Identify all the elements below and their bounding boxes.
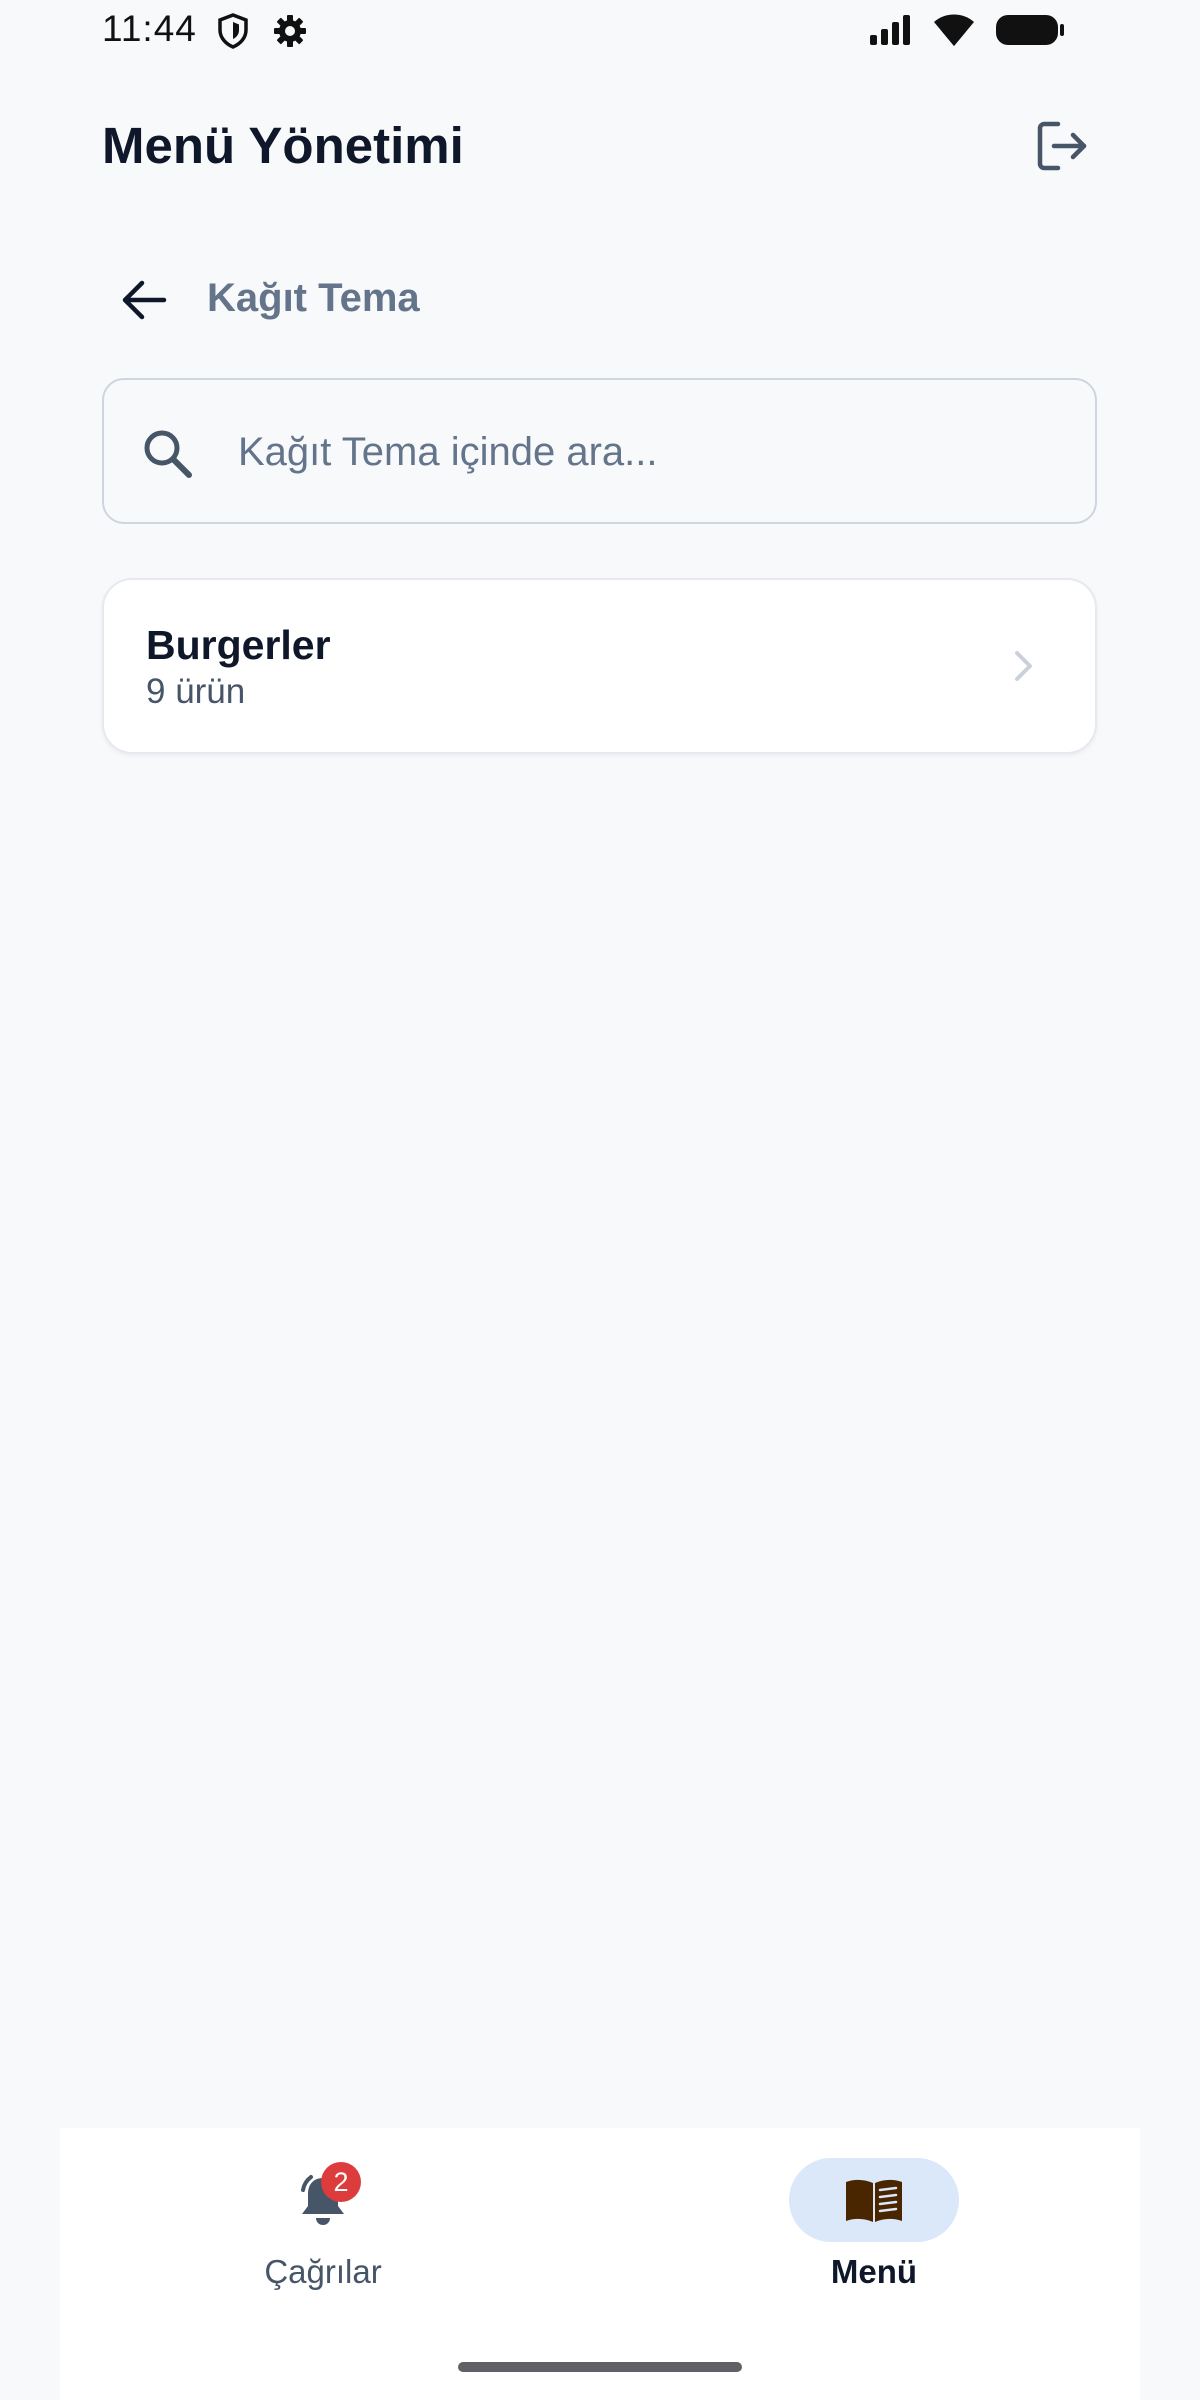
shield-icon — [216, 12, 250, 55]
chevron-right-icon — [1015, 651, 1032, 681]
nav-label-menu: Menü — [830, 2253, 918, 2290]
menu-management-screen: 11:44 Menü Yönetimi Kağıt Tema Kağıt Tem… — [0, 0, 1200, 2400]
battery-icon — [994, 12, 1066, 53]
category-count: 9 ürün — [146, 672, 246, 711]
nav-item-menu[interactable]: Menü — [684, 2128, 1064, 2328]
search-input[interactable] — [238, 410, 1068, 494]
status-time: 11:44 — [102, 8, 197, 49]
category-name: Burgerler — [146, 622, 331, 668]
category-item-burgerler[interactable]: Burgerler 9 ürün — [102, 578, 1097, 754]
status-bar: 11:44 — [0, 0, 1200, 62]
home-indicator[interactable] — [458, 2362, 742, 2372]
nav-pill-menu — [789, 2158, 959, 2242]
calls-badge: 2 — [321, 2162, 361, 2202]
wifi-icon — [932, 12, 976, 53]
nav-label-calls: Çağrılar — [264, 2253, 382, 2290]
book-icon — [846, 2179, 902, 2222]
back-button[interactable] — [112, 270, 176, 330]
gear-icon — [272, 13, 308, 54]
section-title: Kağıt Tema — [207, 276, 420, 320]
status-left-icons — [216, 12, 308, 55]
page-title: Menü Yönetimi — [102, 117, 464, 174]
status-right-icons — [868, 12, 1066, 53]
search-box[interactable] — [102, 378, 1097, 524]
logout-button[interactable] — [1030, 114, 1094, 178]
signal-icon — [868, 13, 914, 52]
search-icon — [144, 430, 192, 478]
arrow-left-icon — [122, 280, 167, 320]
nav-item-calls[interactable]: 2 Çağrılar — [133, 2128, 513, 2328]
bottom-navigation: 2 Çağrılar Menü — [60, 2128, 1140, 2400]
logout-icon — [1037, 121, 1087, 171]
